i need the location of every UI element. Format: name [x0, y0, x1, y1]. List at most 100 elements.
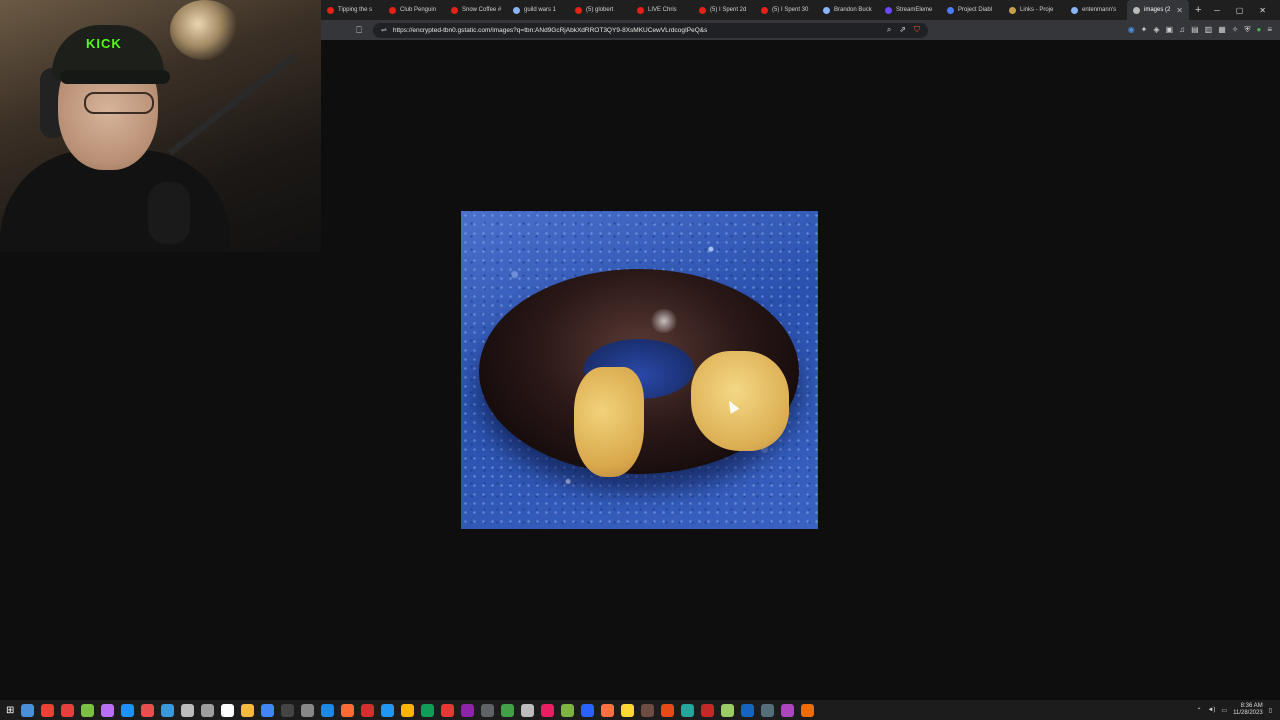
taskbar-app-icon[interactable] — [561, 703, 575, 717]
new-tab-button[interactable]: + — [1189, 4, 1207, 16]
site-info-icon[interactable]: ⇌ — [381, 26, 387, 34]
taskbar-app-icon[interactable] — [21, 703, 35, 717]
cap-brim — [60, 70, 170, 84]
tab-label: Snow Coffee # — [462, 7, 502, 13]
tab[interactable]: (5) globert — [569, 0, 631, 20]
window-controls: ─ ▢ ✕ — [1214, 6, 1280, 15]
taskbar-app-icon[interactable] — [761, 703, 775, 717]
tab-favicon-icon — [823, 6, 830, 14]
maximize-icon[interactable]: ▢ — [1236, 6, 1244, 15]
taskbar-app-icon[interactable] — [61, 703, 75, 717]
notification-icon[interactable]: ▯ — [1269, 707, 1272, 714]
taskbar-app-icon[interactable] — [781, 703, 795, 717]
tab[interactable]: LIVE Chris — [631, 0, 693, 20]
brave-shield-icon[interactable]: ⛉ — [914, 25, 920, 35]
taskbar-app-icon[interactable] — [241, 703, 255, 717]
minimize-icon[interactable]: ─ — [1214, 6, 1220, 15]
clock-time: 8:36 AM — [1240, 703, 1263, 709]
lamp — [170, 0, 240, 60]
taskbar-app-icon[interactable] — [541, 703, 555, 717]
tab[interactable]: guild wars 1 — [507, 0, 569, 20]
tab-label: Links - Proje — [1020, 7, 1054, 13]
tab[interactable]: Brandon Buck — [817, 0, 879, 20]
address-bar[interactable]: ⇌ https://encrypted-tbn0.gstatic.com/ima… — [373, 22, 928, 38]
wifi-icon[interactable]: ◉ — [1128, 25, 1135, 35]
tab[interactable]: Snow Coffee # — [445, 0, 507, 20]
menu-icon[interactable]: ≡ — [1267, 25, 1272, 35]
taskbar-app-icon[interactable] — [621, 703, 635, 717]
taskbar-app-icon[interactable] — [501, 703, 515, 717]
tab[interactable]: StreamEleme — [879, 0, 941, 20]
taskbar-app-icon[interactable] — [521, 703, 535, 717]
taskbar-app-icon[interactable] — [741, 703, 755, 717]
zoom-icon[interactable]: ⌕ — [887, 25, 891, 35]
taskbar-app-icon[interactable] — [441, 703, 455, 717]
close-tab-icon[interactable]: ✕ — [1176, 6, 1183, 15]
taskbar-app-icon[interactable] — [301, 703, 315, 717]
taskbar-app-icon[interactable] — [281, 703, 295, 717]
tab-label: Project Diabl — [958, 7, 993, 13]
windows-start-icon[interactable]: ⊞ — [6, 705, 14, 716]
volume-icon[interactable]: ◄) — [1207, 707, 1215, 713]
taskbar-app-icon[interactable] — [341, 703, 355, 717]
tray-chevron-icon[interactable]: ⌃ — [1196, 707, 1201, 714]
taskbar-app-icon[interactable] — [81, 703, 95, 717]
taskbar-app-icon[interactable] — [641, 703, 655, 717]
tab-active[interactable]: images (2 ✕ — [1127, 0, 1189, 20]
taskbar-app-icon[interactable] — [681, 703, 695, 717]
taskbar-app-icon[interactable] — [601, 703, 615, 717]
taskbar-app-icon[interactable] — [701, 703, 715, 717]
extension-icon[interactable]: ▣ — [1166, 25, 1174, 35]
tab-favicon-icon — [1133, 6, 1140, 14]
tab[interactable]: (5) I Spent 30 — [755, 0, 817, 20]
close-window-icon[interactable]: ✕ — [1259, 6, 1266, 15]
taskbar-app-icon[interactable] — [801, 703, 815, 717]
extension-icon[interactable]: ▤ — [1191, 25, 1199, 35]
tab-favicon-icon — [327, 6, 334, 14]
vpn-icon[interactable]: ⛨ — [1244, 25, 1250, 35]
glasses — [84, 92, 154, 114]
tab-favicon-icon — [761, 6, 768, 14]
taskbar-app-icon[interactable] — [481, 703, 495, 717]
donut-bite-right — [691, 351, 789, 451]
tab[interactable]: entenmann's — [1065, 0, 1127, 20]
address-bar-actions: ⌕ ⇗ ⛉ — [887, 25, 920, 35]
donut-image[interactable] — [461, 211, 818, 529]
tab[interactable]: (5) I Spent 2d — [693, 0, 755, 20]
share-icon[interactable]: ⇗ — [899, 25, 906, 35]
taskbar-app-icon[interactable] — [721, 703, 735, 717]
tab[interactable]: Tipping the s — [321, 0, 383, 20]
network-icon[interactable]: ▭ — [1221, 707, 1227, 714]
taskbar-app-icon[interactable] — [381, 703, 395, 717]
taskbar-app-icon[interactable] — [261, 703, 275, 717]
taskbar-app-icon[interactable] — [41, 703, 55, 717]
taskbar-app-icon[interactable] — [101, 703, 115, 717]
profile-icon[interactable]: ● — [1256, 25, 1261, 35]
taskbar-app-icon[interactable] — [581, 703, 595, 717]
taskbar-app-icon[interactable] — [161, 703, 175, 717]
extension-icons: ◉ ✦ ◈ ▣ ♫ ▤ ▥ ▦ ✧ ⛨ ● ≡ — [1128, 25, 1280, 35]
tab[interactable]: Project Diabl — [941, 0, 1003, 20]
taskbar-app-icon[interactable] — [401, 703, 415, 717]
bookmark-icon[interactable]: ⎕ — [349, 25, 369, 36]
taskbar-app-icon[interactable] — [421, 703, 435, 717]
taskbar-app-icon[interactable] — [661, 703, 675, 717]
leo-icon[interactable]: ✧ — [1232, 25, 1239, 35]
media-icon[interactable]: ♫ — [1179, 25, 1185, 35]
sidebar-icon[interactable]: ▥ — [1205, 25, 1213, 35]
extension-icon[interactable]: ◈ — [1153, 25, 1159, 35]
tab[interactable]: Links - Proje — [1003, 0, 1065, 20]
taskbar-app-icon[interactable] — [141, 703, 155, 717]
tab[interactable]: Club Penguin — [383, 0, 445, 20]
taskbar-app-icon[interactable] — [201, 703, 215, 717]
taskbar-app-icon[interactable] — [221, 703, 235, 717]
clock[interactable]: 8:36 AM 11/28/2023 — [1233, 703, 1263, 717]
mic-arm — [168, 52, 298, 156]
extension-icon[interactable]: ✦ — [1141, 25, 1148, 35]
wallet-icon[interactable]: ▦ — [1218, 25, 1226, 35]
taskbar-app-icon[interactable] — [461, 703, 475, 717]
taskbar-app-icon[interactable] — [181, 703, 195, 717]
taskbar-app-icon[interactable] — [361, 703, 375, 717]
taskbar-app-icon[interactable] — [321, 703, 335, 717]
taskbar-app-icon[interactable] — [121, 703, 135, 717]
